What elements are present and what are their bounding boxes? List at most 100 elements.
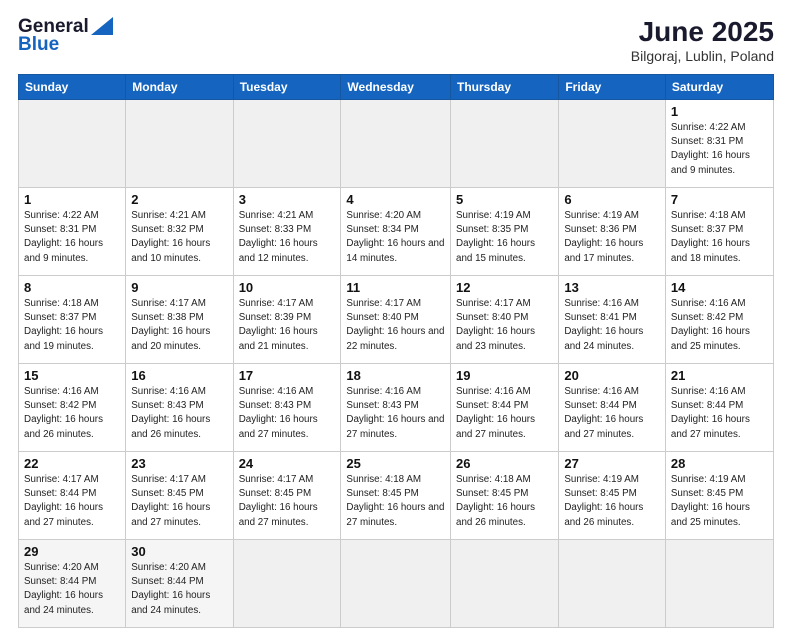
day-number: 20 bbox=[564, 368, 660, 383]
calendar-cell: 28Sunrise: 4:19 AMSunset: 8:45 PMDayligh… bbox=[665, 452, 773, 540]
calendar-week-row: 1 Sunrise: 4:22 AMSunset: 8:31 PMDaylight… bbox=[19, 100, 774, 188]
calendar-cell bbox=[126, 100, 233, 188]
calendar-cell: 19Sunrise: 4:16 AMSunset: 8:44 PMDayligh… bbox=[451, 364, 559, 452]
day-number: 1 bbox=[24, 192, 120, 207]
calendar-cell bbox=[341, 100, 451, 188]
logo-icon bbox=[91, 17, 113, 35]
calendar-cell bbox=[451, 100, 559, 188]
day-number: 6 bbox=[564, 192, 660, 207]
logo-blue: Blue bbox=[18, 34, 59, 56]
calendar-cell: 20Sunrise: 4:16 AMSunset: 8:44 PMDayligh… bbox=[559, 364, 666, 452]
day-detail: Sunrise: 4:21 AMSunset: 8:33 PMDaylight:… bbox=[239, 209, 336, 266]
header: General Blue June 2025 Bilgoraj, Lublin,… bbox=[18, 16, 774, 64]
day-detail: Sunrise: 4:17 AMSunset: 8:45 PMDaylight:… bbox=[131, 473, 227, 530]
day-number: 26 bbox=[456, 456, 553, 471]
title-block: June 2025 Bilgoraj, Lublin, Poland bbox=[631, 16, 774, 64]
day-number: 14 bbox=[671, 280, 768, 295]
calendar-week-row: 1 Sunrise: 4:22 AMSunset: 8:31 PMDaylight… bbox=[19, 188, 774, 276]
calendar-cell: 13 Sunrise: 4:16 AMSunset: 8:41 PMDayligh… bbox=[559, 276, 666, 364]
calendar-cell: 23 Sunrise: 4:17 AMSunset: 8:45 PMDayligh… bbox=[126, 452, 233, 540]
day-detail: Sunrise: 4:19 AMSunset: 8:45 PMDaylight:… bbox=[671, 473, 768, 530]
calendar-cell bbox=[559, 100, 666, 188]
day-detail: Sunrise: 4:22 AMSunset: 8:31 PMDaylight:… bbox=[671, 121, 768, 178]
calendar-cell: 18 Sunrise: 4:16 AMSunset: 8:43 PMDayligh… bbox=[341, 364, 451, 452]
day-number: 18 bbox=[346, 368, 445, 383]
day-detail: Sunrise: 4:18 AMSunset: 8:37 PMDaylight:… bbox=[671, 209, 768, 266]
calendar-page: General Blue June 2025 Bilgoraj, Lublin,… bbox=[0, 0, 792, 612]
calendar-cell: 21Sunrise: 4:16 AMSunset: 8:44 PMDayligh… bbox=[665, 364, 773, 452]
day-detail: Sunrise: 4:17 AMSunset: 8:39 PMDaylight:… bbox=[239, 297, 336, 354]
day-number: 21 bbox=[671, 368, 768, 383]
day-number: 24 bbox=[239, 456, 336, 471]
calendar-cell bbox=[233, 100, 341, 188]
day-detail: Sunrise: 4:16 AMSunset: 8:42 PMDaylight:… bbox=[671, 297, 768, 354]
day-number: 23 bbox=[131, 456, 227, 471]
calendar-cell: 30 Sunrise: 4:20 AMSunset: 8:44 PMDayligh… bbox=[126, 540, 233, 628]
calendar-cell: 25Sunrise: 4:18 AMSunset: 8:45 PMDayligh… bbox=[341, 452, 451, 540]
calendar-week-row: 15 Sunrise: 4:16 AMSunset: 8:42 PMDayligh… bbox=[19, 364, 774, 452]
header-monday: Monday bbox=[126, 75, 233, 100]
day-detail: Sunrise: 4:21 AMSunset: 8:32 PMDaylight:… bbox=[131, 209, 227, 266]
calendar-cell: 9Sunrise: 4:17 AMSunset: 8:38 PMDaylight… bbox=[126, 276, 233, 364]
calendar-cell bbox=[19, 100, 126, 188]
day-detail: Sunrise: 4:19 AMSunset: 8:35 PMDaylight:… bbox=[456, 209, 553, 266]
day-number: 2 bbox=[131, 192, 227, 207]
day-detail: Sunrise: 4:16 AMSunset: 8:43 PMDaylight:… bbox=[239, 385, 336, 442]
calendar-cell: 16Sunrise: 4:16 AMSunset: 8:43 PMDayligh… bbox=[126, 364, 233, 452]
calendar-cell: 12 Sunrise: 4:17 AMSunset: 8:40 PMDayligh… bbox=[451, 276, 559, 364]
day-number: 4 bbox=[346, 192, 445, 207]
calendar-subtitle: Bilgoraj, Lublin, Poland bbox=[631, 48, 774, 64]
calendar-cell bbox=[233, 540, 341, 628]
calendar-cell bbox=[665, 540, 773, 628]
day-number: 12 bbox=[456, 280, 553, 295]
calendar-cell: 6Sunrise: 4:19 AMSunset: 8:36 PMDaylight… bbox=[559, 188, 666, 276]
calendar-week-row: 8Sunrise: 4:18 AMSunset: 8:37 PMDaylight… bbox=[19, 276, 774, 364]
calendar-cell bbox=[451, 540, 559, 628]
header-friday: Friday bbox=[559, 75, 666, 100]
day-detail: Sunrise: 4:16 AMSunset: 8:43 PMDaylight:… bbox=[346, 385, 445, 442]
calendar-title: June 2025 bbox=[631, 16, 774, 48]
calendar-week-row: 29 Sunrise: 4:20 AMSunset: 8:44 PMDayligh… bbox=[19, 540, 774, 628]
header-tuesday: Tuesday bbox=[233, 75, 341, 100]
day-number: 5 bbox=[456, 192, 553, 207]
day-number: 27 bbox=[564, 456, 660, 471]
day-detail: Sunrise: 4:20 AMSunset: 8:44 PMDaylight:… bbox=[24, 561, 120, 618]
calendar-cell: 5 Sunrise: 4:19 AMSunset: 8:35 PMDaylight… bbox=[451, 188, 559, 276]
day-detail: Sunrise: 4:18 AMSunset: 8:45 PMDaylight:… bbox=[346, 473, 445, 530]
day-number: 7 bbox=[671, 192, 768, 207]
calendar-cell: 10 Sunrise: 4:17 AMSunset: 8:39 PMDayligh… bbox=[233, 276, 341, 364]
day-detail: Sunrise: 4:19 AMSunset: 8:45 PMDaylight:… bbox=[564, 473, 660, 530]
day-number: 30 bbox=[131, 544, 227, 559]
calendar-header-row: Sunday Monday Tuesday Wednesday Thursday… bbox=[19, 75, 774, 100]
header-wednesday: Wednesday bbox=[341, 75, 451, 100]
day-detail: Sunrise: 4:17 AMSunset: 8:40 PMDaylight:… bbox=[346, 297, 445, 354]
day-detail: Sunrise: 4:22 AMSunset: 8:31 PMDaylight:… bbox=[24, 209, 120, 266]
day-number: 8 bbox=[24, 280, 120, 295]
calendar-cell: 1 Sunrise: 4:22 AMSunset: 8:31 PMDaylight… bbox=[665, 100, 773, 188]
day-number: 15 bbox=[24, 368, 120, 383]
calendar-cell: 24Sunrise: 4:17 AMSunset: 8:45 PMDayligh… bbox=[233, 452, 341, 540]
calendar-cell: 26 Sunrise: 4:18 AMSunset: 8:45 PMDayligh… bbox=[451, 452, 559, 540]
day-number: 16 bbox=[131, 368, 227, 383]
day-number: 29 bbox=[24, 544, 120, 559]
calendar-cell: 14 Sunrise: 4:16 AMSunset: 8:42 PMDayligh… bbox=[665, 276, 773, 364]
day-detail: Sunrise: 4:16 AMSunset: 8:44 PMDaylight:… bbox=[456, 385, 553, 442]
day-detail: Sunrise: 4:16 AMSunset: 8:42 PMDaylight:… bbox=[24, 385, 120, 442]
header-sunday: Sunday bbox=[19, 75, 126, 100]
day-detail: Sunrise: 4:18 AMSunset: 8:45 PMDaylight:… bbox=[456, 473, 553, 530]
calendar-cell: 2 Sunrise: 4:21 AMSunset: 8:32 PMDaylight… bbox=[126, 188, 233, 276]
day-number: 1 bbox=[671, 104, 768, 119]
day-number: 22 bbox=[24, 456, 120, 471]
calendar-cell: 27 Sunrise: 4:19 AMSunset: 8:45 PMDayligh… bbox=[559, 452, 666, 540]
calendar-cell: 22Sunrise: 4:17 AMSunset: 8:44 PMDayligh… bbox=[19, 452, 126, 540]
day-detail: Sunrise: 4:20 AMSunset: 8:34 PMDaylight:… bbox=[346, 209, 445, 266]
day-detail: Sunrise: 4:16 AMSunset: 8:41 PMDaylight:… bbox=[564, 297, 660, 354]
header-thursday: Thursday bbox=[451, 75, 559, 100]
day-number: 10 bbox=[239, 280, 336, 295]
calendar-cell: 7 Sunrise: 4:18 AMSunset: 8:37 PMDaylight… bbox=[665, 188, 773, 276]
day-detail: Sunrise: 4:17 AMSunset: 8:40 PMDaylight:… bbox=[456, 297, 553, 354]
calendar-cell bbox=[559, 540, 666, 628]
header-saturday: Saturday bbox=[665, 75, 773, 100]
day-detail: Sunrise: 4:20 AMSunset: 8:44 PMDaylight:… bbox=[131, 561, 227, 618]
day-number: 13 bbox=[564, 280, 660, 295]
